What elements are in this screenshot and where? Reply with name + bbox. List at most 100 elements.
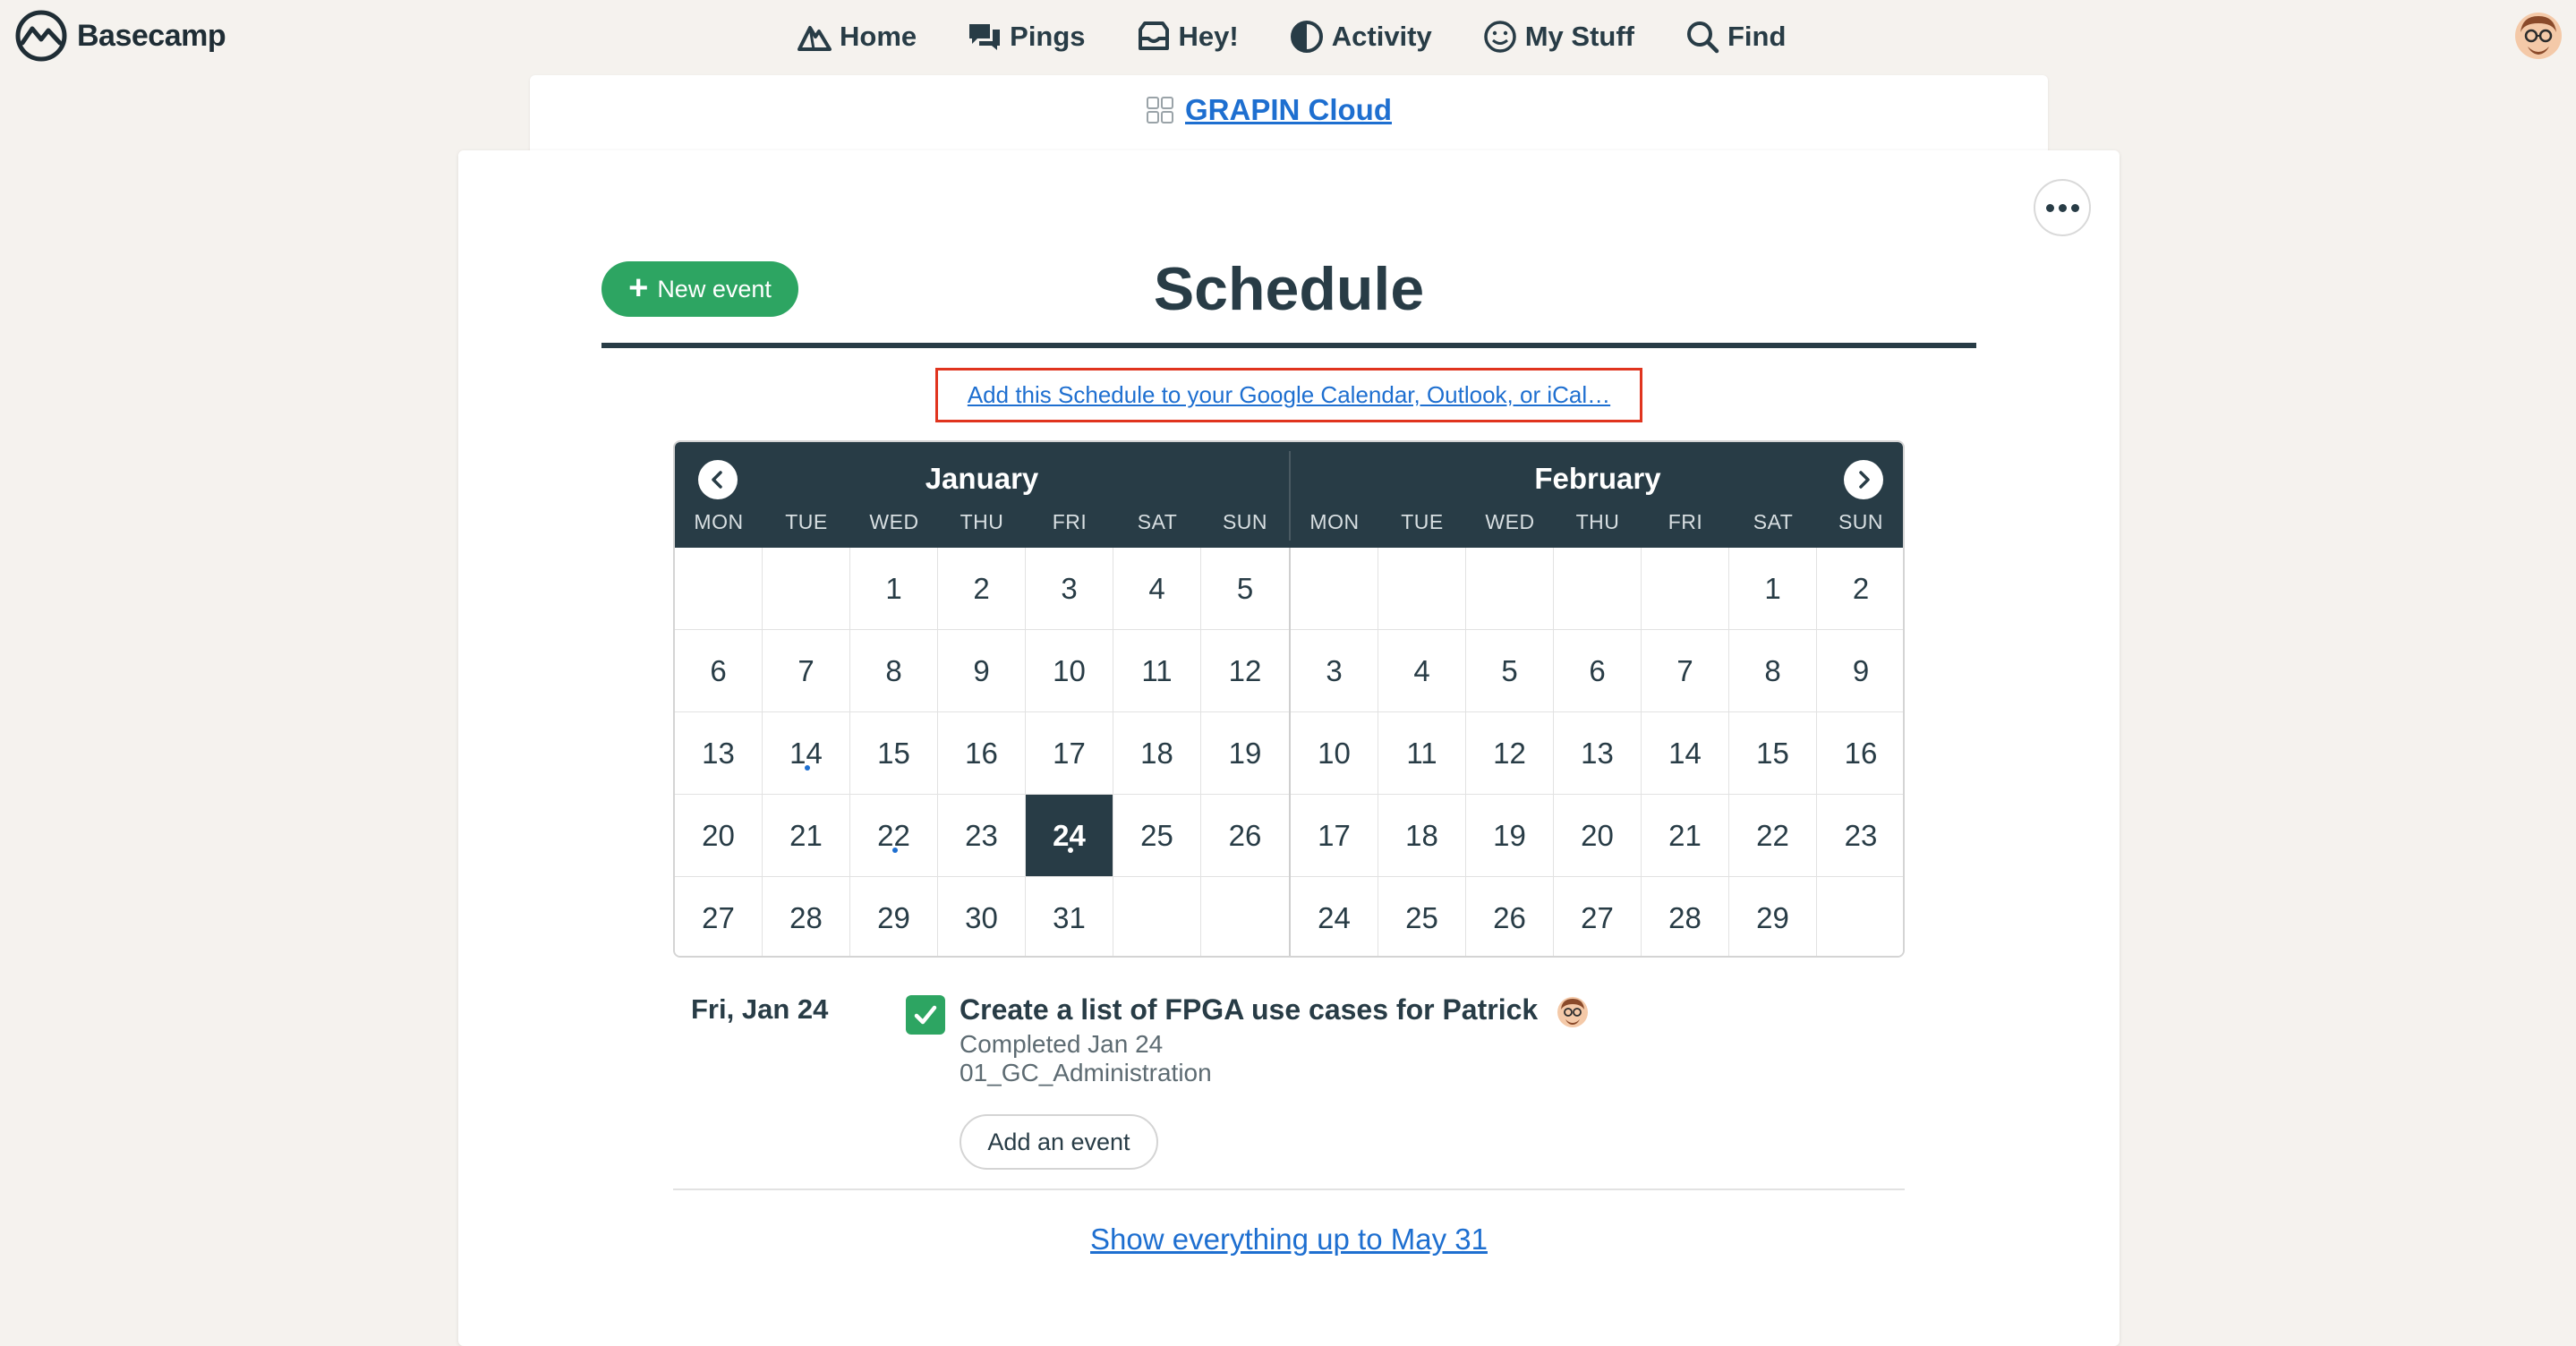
nav-my-stuff[interactable]: My Stuff <box>1482 16 1634 57</box>
calendar-day[interactable]: 7 <box>763 630 850 712</box>
calendar-day[interactable]: 17 <box>1291 795 1378 877</box>
calendar-day-number: 25 <box>1405 900 1438 934</box>
user-avatar[interactable] <box>2515 13 2562 59</box>
calendar-day-number: 10 <box>1318 736 1351 770</box>
project-breadcrumb: GRAPIN Cloud <box>1146 93 1392 127</box>
calendar-day[interactable]: 4 <box>1378 630 1466 712</box>
weekday-label: MON <box>694 510 744 533</box>
calendar-day[interactable]: 26 <box>1466 877 1554 956</box>
calendar-day[interactable]: 30 <box>938 877 1026 956</box>
calendar-day[interactable]: 18 <box>1113 712 1201 795</box>
add-an-event-button[interactable]: Add an event <box>960 1114 1158 1170</box>
next-month-button[interactable] <box>1844 460 1883 499</box>
weekday-label: THU <box>1575 510 1620 533</box>
calendar-day[interactable]: 7 <box>1642 630 1729 712</box>
calendar-day[interactable]: 12 <box>1466 712 1554 795</box>
calendar-day-number: 2 <box>973 571 990 605</box>
calendar-day[interactable]: 10 <box>1291 712 1378 795</box>
calendar-day[interactable]: 25 <box>1378 877 1466 956</box>
calendar-day[interactable]: 25 <box>1113 795 1201 877</box>
calendar-day[interactable]: 16 <box>938 712 1026 795</box>
title-divider <box>601 343 1976 348</box>
pie-icon <box>1290 21 1323 53</box>
calendar-day[interactable]: 27 <box>1554 877 1642 956</box>
calendar-day[interactable]: 22 <box>850 795 938 877</box>
calendar-day[interactable]: 20 <box>675 795 763 877</box>
completed-checkbox[interactable] <box>906 995 945 1035</box>
calendar-day[interactable]: 1 <box>850 548 938 630</box>
calendar-day[interactable]: 3 <box>1291 630 1378 712</box>
nav-find[interactable]: Find <box>1685 16 1786 57</box>
calendar-day[interactable]: 21 <box>763 795 850 877</box>
calendar-day[interactable]: 5 <box>1466 630 1554 712</box>
calendar-day-number: 21 <box>1668 818 1702 852</box>
calendar-day[interactable]: 28 <box>1642 877 1729 956</box>
user-avatar-icon <box>2515 13 2562 59</box>
calendar-day[interactable]: 2 <box>1817 548 1903 630</box>
basecamp-logo[interactable]: Basecamp <box>14 10 226 62</box>
calendar-day-number: 15 <box>877 736 910 770</box>
calendar-day[interactable]: 16 <box>1817 712 1903 795</box>
calendar-day-number: 26 <box>1493 900 1526 934</box>
more-dots-icon <box>2045 203 2054 212</box>
calendar-day[interactable]: 8 <box>850 630 938 712</box>
calendar-day[interactable]: 24 <box>1291 877 1378 956</box>
calendar-day[interactable]: 11 <box>1113 630 1201 712</box>
calendar-day[interactable]: 6 <box>675 630 763 712</box>
calendar-day[interactable]: 20 <box>1554 795 1642 877</box>
calendar-day[interactable]: 1 <box>1729 548 1817 630</box>
calendar-day[interactable]: 15 <box>850 712 938 795</box>
calendar-day[interactable]: 21 <box>1642 795 1729 877</box>
calendar-day[interactable]: 9 <box>1817 630 1903 712</box>
calendar-day-number: 30 <box>965 900 998 934</box>
calendar-day[interactable]: 6 <box>1554 630 1642 712</box>
nav-activity[interactable]: Activity <box>1289 16 1432 57</box>
nav-home[interactable]: Home <box>797 16 917 57</box>
nav-pings[interactable]: Pings <box>967 16 1086 57</box>
calendar-day[interactable]: 10 <box>1026 630 1113 712</box>
calendar-day[interactable]: 31 <box>1026 877 1113 956</box>
calendar-day[interactable]: 11 <box>1378 712 1466 795</box>
previous-month-button[interactable] <box>698 460 738 499</box>
event-title-link[interactable]: Create a list of FPGA use cases for Patr… <box>960 993 1538 1027</box>
calendar-day-number: 3 <box>1061 571 1078 605</box>
calendar-day[interactable]: 19 <box>1466 795 1554 877</box>
more-options-button[interactable] <box>2034 179 2091 236</box>
calendar-day[interactable]: 14 <box>1642 712 1729 795</box>
subscribe-calendar-link[interactable]: Add this Schedule to your Google Calenda… <box>968 381 1610 409</box>
calendar-day[interactable]: 3 <box>1026 548 1113 630</box>
calendar-day[interactable]: 29 <box>850 877 938 956</box>
calendar-day[interactable]: 17 <box>1026 712 1113 795</box>
event-indicator-dot <box>892 848 898 853</box>
show-everything-link[interactable]: Show everything up to May 31 <box>1090 1222 1488 1256</box>
calendar-day[interactable]: 18 <box>1378 795 1466 877</box>
new-event-button[interactable]: + New event <box>601 261 798 317</box>
calendar-day-number: 31 <box>1053 900 1086 934</box>
calendar-day[interactable]: 27 <box>675 877 763 956</box>
calendar-day[interactable]: 23 <box>938 795 1026 877</box>
calendar-day[interactable]: 9 <box>938 630 1026 712</box>
calendar-day[interactable]: 23 <box>1817 795 1903 877</box>
calendar-day-number: 17 <box>1053 736 1086 770</box>
calendar-day[interactable]: 12 <box>1201 630 1289 712</box>
calendar-day[interactable]: 5 <box>1201 548 1289 630</box>
calendar-day[interactable]: 4 <box>1113 548 1201 630</box>
nav-hey[interactable]: Hey! <box>1136 16 1239 57</box>
calendar-day[interactable]: 13 <box>675 712 763 795</box>
calendar-day[interactable]: 24 <box>1026 795 1113 877</box>
calendar-day[interactable]: 22 <box>1729 795 1817 877</box>
calendar-empty-cell <box>1201 877 1289 956</box>
calendar-day[interactable]: 28 <box>763 877 850 956</box>
calendar-day[interactable]: 14 <box>763 712 850 795</box>
calendar-day[interactable]: 15 <box>1729 712 1817 795</box>
project-link[interactable]: GRAPIN Cloud <box>1185 93 1392 127</box>
calendar-day[interactable]: 13 <box>1554 712 1642 795</box>
checkmark-icon <box>914 1005 937 1025</box>
weekday-label: MON <box>1309 510 1360 533</box>
calendar-day[interactable]: 2 <box>938 548 1026 630</box>
calendar-day[interactable]: 19 <box>1201 712 1289 795</box>
calendar-day[interactable]: 26 <box>1201 795 1289 877</box>
calendar-day-number: 23 <box>1844 818 1878 852</box>
calendar-day[interactable]: 29 <box>1729 877 1817 956</box>
calendar-day[interactable]: 8 <box>1729 630 1817 712</box>
